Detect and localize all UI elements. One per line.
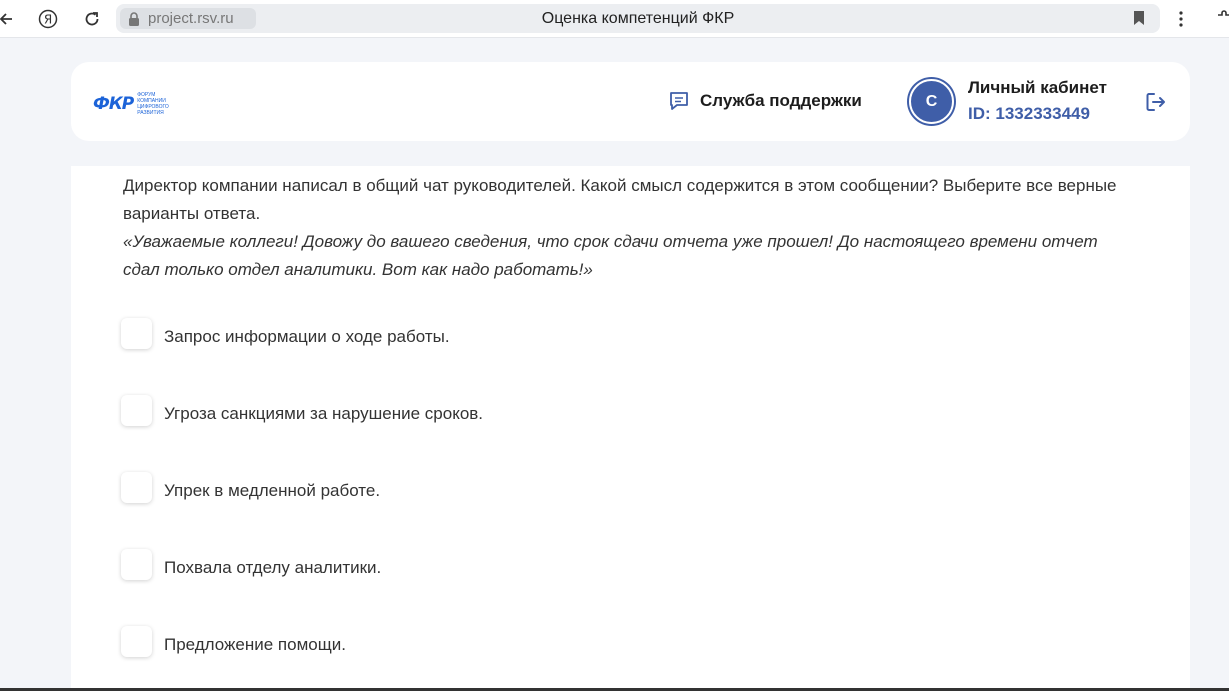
back-button[interactable] — [0, 6, 20, 32]
answer-option[interactable]: Запрос информации о ходе работы. — [121, 317, 450, 349]
address-bar[interactable]: Оценка компетенций ФКР project.rsv.ru — [116, 4, 1160, 33]
support-label: Служба поддержки — [700, 91, 862, 110]
answer-checkbox[interactable] — [121, 471, 152, 503]
answer-label: Угроза санкциями за нарушение сроков. — [164, 404, 484, 423]
menu-button[interactable] — [1168, 6, 1194, 32]
reload-button[interactable] — [79, 6, 105, 32]
answer-label: Упрек в медленной работе. — [164, 481, 381, 500]
answer-label: Запрос информации о ходе работы. — [164, 327, 450, 346]
browser-toolbar: Я Оценка компетенций ФКР project.rsv.ru — [0, 0, 1229, 38]
puzzle-icon — [1218, 10, 1229, 16]
answer-checkbox[interactable] — [121, 548, 152, 580]
answer-option[interactable]: Предложение помощи. — [121, 625, 346, 657]
url-text: project.rsv.ru — [148, 10, 234, 27]
reload-icon — [85, 12, 99, 26]
answer-label: Похвала отделу аналитики. — [164, 558, 382, 577]
bookmark-button[interactable] — [1132, 10, 1146, 31]
question-card: Директор компании написал в общий чат ру… — [71, 166, 1190, 691]
logo[interactable]: ФКР ФОРУМ КОМПАНИИ ЦИФРОВОГО РАЗВИТИЯ — [93, 92, 185, 116]
answer-option[interactable]: Похвала отделу аналитики. — [121, 548, 381, 580]
bookmark-icon — [1134, 11, 1144, 25]
question-quote: «Уважаемые коллеги! Довожу до вашего све… — [123, 232, 1098, 279]
logo-mark: ФКР — [93, 94, 134, 114]
yandex-button[interactable]: Я — [35, 6, 61, 32]
answer-option[interactable]: Упрек в медленной работе. — [121, 471, 380, 503]
answer-label: Предложение помощи. — [164, 635, 346, 654]
support-link[interactable]: Служба поддержки — [668, 90, 862, 112]
logo-subtitle: ФОРУМ КОМПАНИИ ЦИФРОВОГО РАЗВИТИЯ — [137, 92, 169, 116]
svg-text:Я: Я — [44, 13, 52, 27]
cabinet-link[interactable]: Личный кабинет — [968, 78, 1107, 98]
page-title: Оценка компетенций ФКР — [541, 9, 735, 27]
question-block: Директор компании написал в общий чат ру… — [123, 172, 1133, 284]
arrow-left-icon — [0, 13, 12, 25]
avatar[interactable]: С — [909, 79, 954, 124]
yandex-icon: Я — [38, 9, 58, 29]
url-chip[interactable]: project.rsv.ru — [120, 8, 256, 29]
chat-icon — [670, 92, 688, 110]
answer-option[interactable]: Угроза санкциями за нарушение сроков. — [121, 394, 483, 426]
user-id: ID: 1332333449 — [968, 104, 1090, 123]
answer-checkbox[interactable] — [121, 625, 152, 657]
answer-checkbox[interactable] — [121, 317, 152, 349]
site-header: ФКР ФОРУМ КОМПАНИИ ЦИФРОВОГО РАЗВИТИЯ Сл… — [71, 62, 1190, 141]
kebab-menu-icon — [1179, 11, 1183, 27]
question-text: Директор компании написал в общий чат ру… — [123, 176, 1117, 223]
logout-icon — [1146, 93, 1165, 111]
extensions-button[interactable] — [1210, 6, 1229, 32]
answer-checkbox[interactable] — [121, 394, 152, 426]
logout-button[interactable] — [1144, 90, 1168, 119]
lock-icon — [128, 11, 140, 26]
